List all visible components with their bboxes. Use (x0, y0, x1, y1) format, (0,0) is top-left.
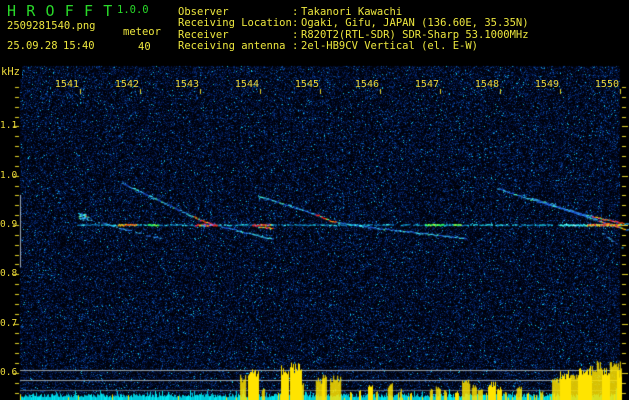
capture-date: 25.09.28 (7, 40, 58, 52)
time-label-1546: 1546 (354, 79, 379, 90)
time-label-1545: 1545 (294, 79, 319, 90)
app-version: 1.0.0 (117, 4, 149, 16)
time-label-1543: 1543 (174, 79, 199, 90)
time-label-1544: 1544 (234, 79, 259, 90)
capture-filename: 2509281540.png (7, 20, 96, 32)
receiver-info-row: Receiving antenna:2el-HB9CV Vertical (el… (178, 40, 529, 53)
time-label-1541: 1541 (54, 79, 79, 90)
sample-count: 40 (138, 41, 151, 53)
hrofft-window: { "app": { "title": "H R O F F T", "vers… (0, 0, 629, 400)
receiver-info: Observer: Takanori Kawachi Receiving Locat… (178, 6, 529, 53)
time-label-1550: 1550 (594, 79, 619, 90)
time-label-1549: 1549 (534, 79, 559, 90)
time-label-1547: 1547 (414, 79, 439, 90)
freq-label-0.7: 0.7 (0, 317, 18, 329)
time-label-1542: 1542 (114, 79, 139, 90)
freq-label-1.1: 1.1 (0, 120, 18, 132)
mode-label: meteor (123, 26, 161, 38)
freq-label-0.9: 0.9 (0, 219, 18, 230)
khz-axis-unit-label: kHz (1, 66, 22, 79)
capture-time: 15:40 (63, 40, 95, 52)
freq-label-0.6: 0.6 (0, 366, 18, 378)
time-label-1548: 1548 (474, 79, 499, 90)
freq-label-0.8: 0.8 (0, 268, 18, 280)
info-value: 2el-HB9CV Vertical (el. E-W) (301, 40, 479, 53)
info-label: Receiving antenna (178, 40, 286, 53)
freq-label-1.0: 1.0 (0, 169, 18, 181)
app-title: H R O F F T (7, 2, 113, 20)
info-separator: : (292, 40, 299, 53)
spectrogram-canvas (0, 0, 629, 400)
